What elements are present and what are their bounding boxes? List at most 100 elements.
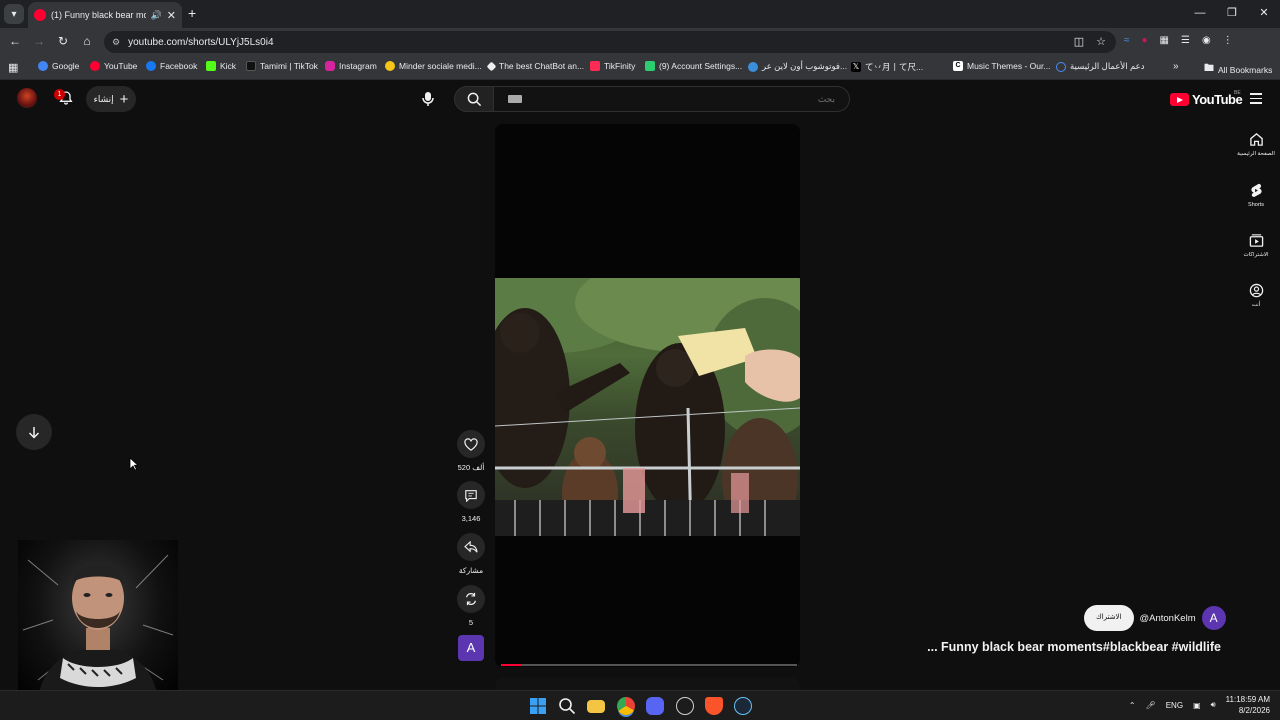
bookmark-minder[interactable]: Minder sociale medi... (385, 61, 482, 71)
business-support-icon (1056, 61, 1066, 72)
bookmark-x[interactable]: 𝕏 て丷月丨て尺... (851, 61, 923, 73)
share-arrow-icon (464, 541, 478, 553)
bookmarks-bar: ▦ Google YouTube Facebook Kick Tamimi | … (0, 56, 1280, 80)
address-bar[interactable]: ⚙ youtube.com/shorts/ULYjJ5Ls0i4 ◫ ☆ (104, 31, 1116, 53)
next-short-preview[interactable] (495, 678, 800, 690)
folder-icon: 🖿 (1204, 63, 1214, 74)
file-explorer-icon[interactable] (587, 700, 605, 713)
bookmark-kick[interactable]: Kick (206, 61, 236, 71)
subscribe-button[interactable]: الاشتراك (1084, 605, 1134, 631)
search-placeholder: بحث (817, 93, 835, 104)
brave-browser-icon[interactable] (705, 697, 723, 715)
browser-tab-active[interactable]: (1) Funny black bear moments 🔊 ✕ (28, 2, 182, 28)
all-bookmarks-folder[interactable]: 🖿 All Bookmarks (1204, 61, 1272, 78)
new-tab-button[interactable]: + (188, 5, 196, 21)
back-icon[interactable]: ← (7, 34, 23, 48)
youtube-favicon-icon (34, 9, 46, 21)
bookmark-google[interactable]: Google (38, 61, 79, 71)
channel-handle[interactable]: @AntonKelm (1140, 613, 1196, 624)
remix-count: 5 (468, 618, 474, 627)
chatbot-icon (486, 61, 497, 71)
region-code: BE (1234, 90, 1241, 96)
bookmark-star-icon[interactable]: ☆ (1096, 35, 1106, 48)
app-circle-icon[interactable] (676, 697, 694, 715)
close-window-button[interactable]: ✕ (1248, 0, 1280, 28)
account-settings-icon (645, 61, 655, 71)
guide-menu-icon[interactable] (1250, 93, 1262, 107)
audio-playing-icon[interactable]: 🔊 (151, 10, 162, 21)
next-short-button[interactable] (16, 414, 52, 450)
tray-overflow-icon[interactable]: ⌃ (1129, 701, 1136, 710)
discord-icon[interactable] (646, 697, 664, 715)
share-button[interactable] (457, 533, 485, 561)
short-title[interactable]: ... Funny black bear moments#blackbear #… (927, 640, 1221, 654)
tab-title: (1) Funny black bear moments (51, 10, 146, 20)
forward-icon[interactable]: → (31, 34, 47, 48)
shorts-icon (1250, 183, 1262, 197)
guide-you-label: أنت (1251, 302, 1261, 308)
search-button[interactable] (454, 86, 494, 112)
account-avatar[interactable] (17, 88, 37, 108)
comment-count: 3,146 (461, 514, 481, 523)
minimize-button[interactable]: — (1184, 0, 1216, 28)
guide-home[interactable]: الصفحة الرئيسية (1236, 132, 1276, 157)
bookmark-photoshop[interactable]: فوتوشوب أون لاين عر... (748, 61, 847, 72)
channel-thumbnail-button[interactable]: A (458, 635, 484, 661)
restore-button[interactable]: ❐ (1216, 0, 1248, 28)
bookmark-instagram[interactable]: Instagram (325, 61, 377, 71)
minder-icon (385, 61, 395, 71)
channel-avatar[interactable]: A (1201, 606, 1226, 630)
input-language[interactable]: ENG (1166, 701, 1183, 710)
guide-home-label: الصفحة الرئيسية (1237, 151, 1275, 157)
bookmark-account-settings[interactable]: (9) Account Settings... (645, 61, 742, 71)
you-icon (1249, 283, 1263, 298)
facebook-icon (146, 61, 156, 71)
remix-action: 5 (457, 585, 485, 627)
tray-volume-icon[interactable]: 🔊︎ (1211, 700, 1216, 710)
extensions-puzzle-icon[interactable]: ▦ (1160, 35, 1169, 46)
bookmark-business-support[interactable]: دعم الأعمال الرئيسية (1056, 61, 1144, 72)
site-info-icon[interactable]: ⚙ (112, 37, 120, 48)
microphone-icon (422, 92, 434, 106)
apps-grid-icon[interactable]: ▦ (8, 61, 18, 74)
home-icon[interactable]: ⌂ (79, 34, 95, 48)
tray-display-icon[interactable]: ▣ (1193, 701, 1201, 710)
remix-button[interactable] (457, 585, 485, 613)
bookmark-chatbot[interactable]: The best ChatBot an... (486, 61, 584, 71)
tab-search-icon[interactable]: ▾ (4, 4, 24, 24)
keyboard-icon[interactable] (508, 95, 522, 103)
chrome-menu-icon[interactable]: ⋮ (1223, 35, 1233, 46)
steam-icon[interactable] (734, 697, 752, 715)
taskbar-search-icon[interactable] (558, 697, 576, 715)
voice-search-button[interactable] (416, 87, 440, 111)
bookmark-tikfinity[interactable]: TikFinity (590, 61, 635, 71)
profile-avatar-icon[interactable]: ◉ (1202, 35, 1211, 46)
bookmark-facebook[interactable]: Facebook (146, 61, 197, 71)
media-controls-icon[interactable]: ☰ (1181, 35, 1190, 46)
create-button[interactable]: إنشاء + (86, 86, 136, 112)
more-bookmarks-icon[interactable]: » (1173, 61, 1179, 72)
bookmark-tiktok[interactable]: Tamimi | TikTok (246, 61, 318, 71)
tray-mic-icon[interactable]: 🎤︎ (1146, 701, 1156, 710)
bookmark-youtube[interactable]: YouTube (90, 61, 137, 71)
bookmark-music-themes[interactable]: C Music Themes - Our... (953, 61, 1050, 71)
chrome-taskbar-icon[interactable] (617, 697, 635, 715)
extension-wave-icon[interactable]: ≈ (1124, 35, 1130, 46)
video-progress-bar[interactable] (501, 664, 797, 666)
guide-you[interactable]: أنت (1236, 283, 1276, 308)
youtube-logo[interactable]: YouTube (1170, 92, 1243, 107)
shorts-video-player[interactable] (495, 124, 800, 667)
reload-icon[interactable]: ↻ (55, 34, 71, 48)
extension-icons: ≈ ● ▦ ☰ ◉ ⋮ (1124, 35, 1233, 46)
windows-start-icon[interactable] (529, 697, 547, 715)
extension-shield-icon[interactable]: ● (1142, 35, 1148, 46)
tab-close-icon[interactable]: ✕ (167, 9, 176, 22)
install-app-icon[interactable]: ◫ (1074, 35, 1084, 48)
like-button[interactable] (457, 430, 485, 458)
guide-shorts[interactable]: Shorts (1236, 183, 1276, 208)
music-themes-icon: C (953, 61, 963, 71)
comments-button[interactable] (457, 481, 485, 509)
taskbar-clock[interactable]: 11:18:59 AM 8/2/2026 (1226, 694, 1270, 716)
guide-subscriptions[interactable]: الاشتراكات (1236, 233, 1276, 258)
search-input[interactable]: بحث (494, 86, 850, 112)
